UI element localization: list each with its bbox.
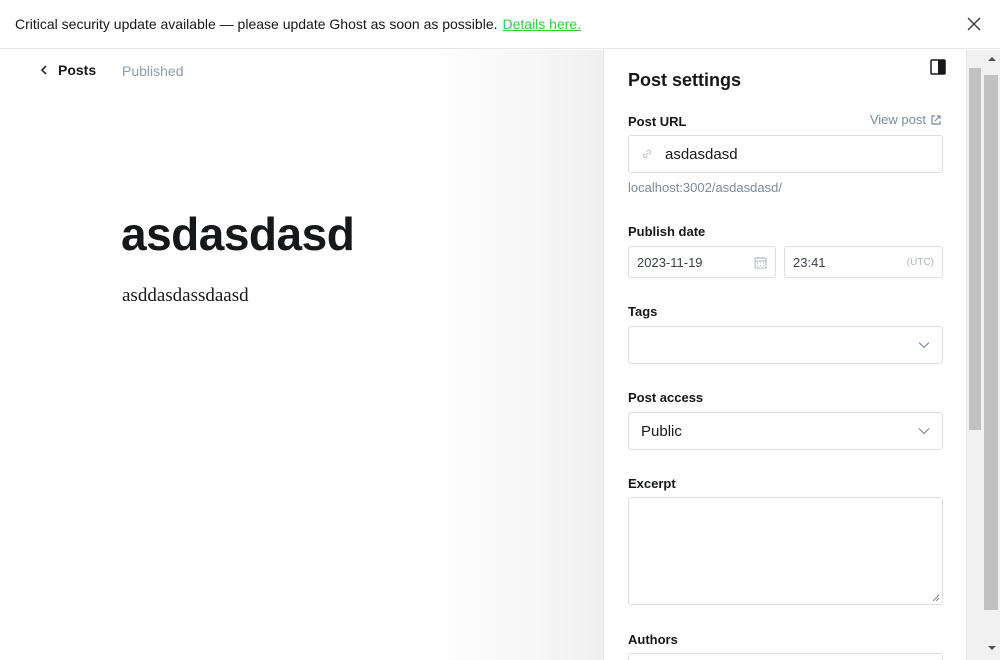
post-url-value: asdasdasd: [665, 145, 738, 163]
scroll-up-icon[interactable]: [987, 56, 997, 62]
authors-input[interactable]: [628, 653, 943, 660]
publish-date-input[interactable]: 2023-11-19: [628, 246, 776, 278]
scrollbar-thumb[interactable]: [969, 68, 981, 430]
tags-select[interactable]: [628, 326, 943, 364]
post-url-input[interactable]: asdasdasd: [628, 135, 943, 173]
security-update-banner: Critical security update available — ple…: [0, 0, 1000, 49]
post-url-label: Post URL: [628, 114, 687, 129]
scrollbar-thumb-secondary[interactable]: [984, 75, 998, 610]
post-status: Published: [122, 63, 184, 79]
excerpt-label: Excerpt: [628, 476, 676, 491]
external-link-icon: [931, 114, 941, 125]
sidebar-toggle-icon[interactable]: [930, 59, 946, 75]
timezone-label: (UTC): [906, 256, 934, 268]
post-access-value: Public: [641, 422, 682, 440]
post-access-label: Post access: [628, 390, 704, 405]
tags-label: Tags: [628, 304, 658, 319]
post-body-editor[interactable]: asddasdassdaasd: [122, 285, 249, 307]
link-icon: [642, 149, 652, 159]
post-access-select[interactable]: Public: [628, 412, 943, 450]
editor-canvas: [0, 50, 603, 660]
close-icon[interactable]: [965, 15, 983, 33]
publish-time-input[interactable]: 23:41 (UTC): [784, 246, 943, 278]
publish-date-label: Publish date: [628, 224, 706, 239]
banner-message: Critical security update available — ple…: [15, 16, 498, 32]
authors-label: Authors: [628, 632, 678, 647]
post-settings-panel: Post settings Post URL View post asdasda…: [603, 50, 966, 660]
calendar-icon: [754, 256, 767, 268]
post-url-hint: localhost:3002/asdasdasd/: [628, 180, 782, 195]
panel-title: Post settings: [628, 70, 742, 90]
publish-date-value: 2023-11-19: [637, 254, 703, 270]
scroll-down-icon[interactable]: [987, 645, 997, 651]
view-post-label: View post: [869, 112, 926, 127]
chevron-down-icon: [918, 428, 930, 435]
banner-details-link[interactable]: Details here.: [503, 16, 582, 32]
chevron-down-icon: [918, 342, 930, 349]
excerpt-textarea[interactable]: [628, 497, 943, 605]
back-label: Posts: [58, 62, 97, 78]
chevron-left-icon: [40, 65, 47, 75]
view-post-link[interactable]: View post: [870, 112, 942, 127]
resize-grip-icon[interactable]: [932, 594, 940, 602]
publish-time-value: 23:41: [793, 254, 826, 270]
post-title-editor[interactable]: asdasdasd: [121, 207, 355, 261]
back-to-posts-link[interactable]: Posts: [40, 62, 96, 78]
